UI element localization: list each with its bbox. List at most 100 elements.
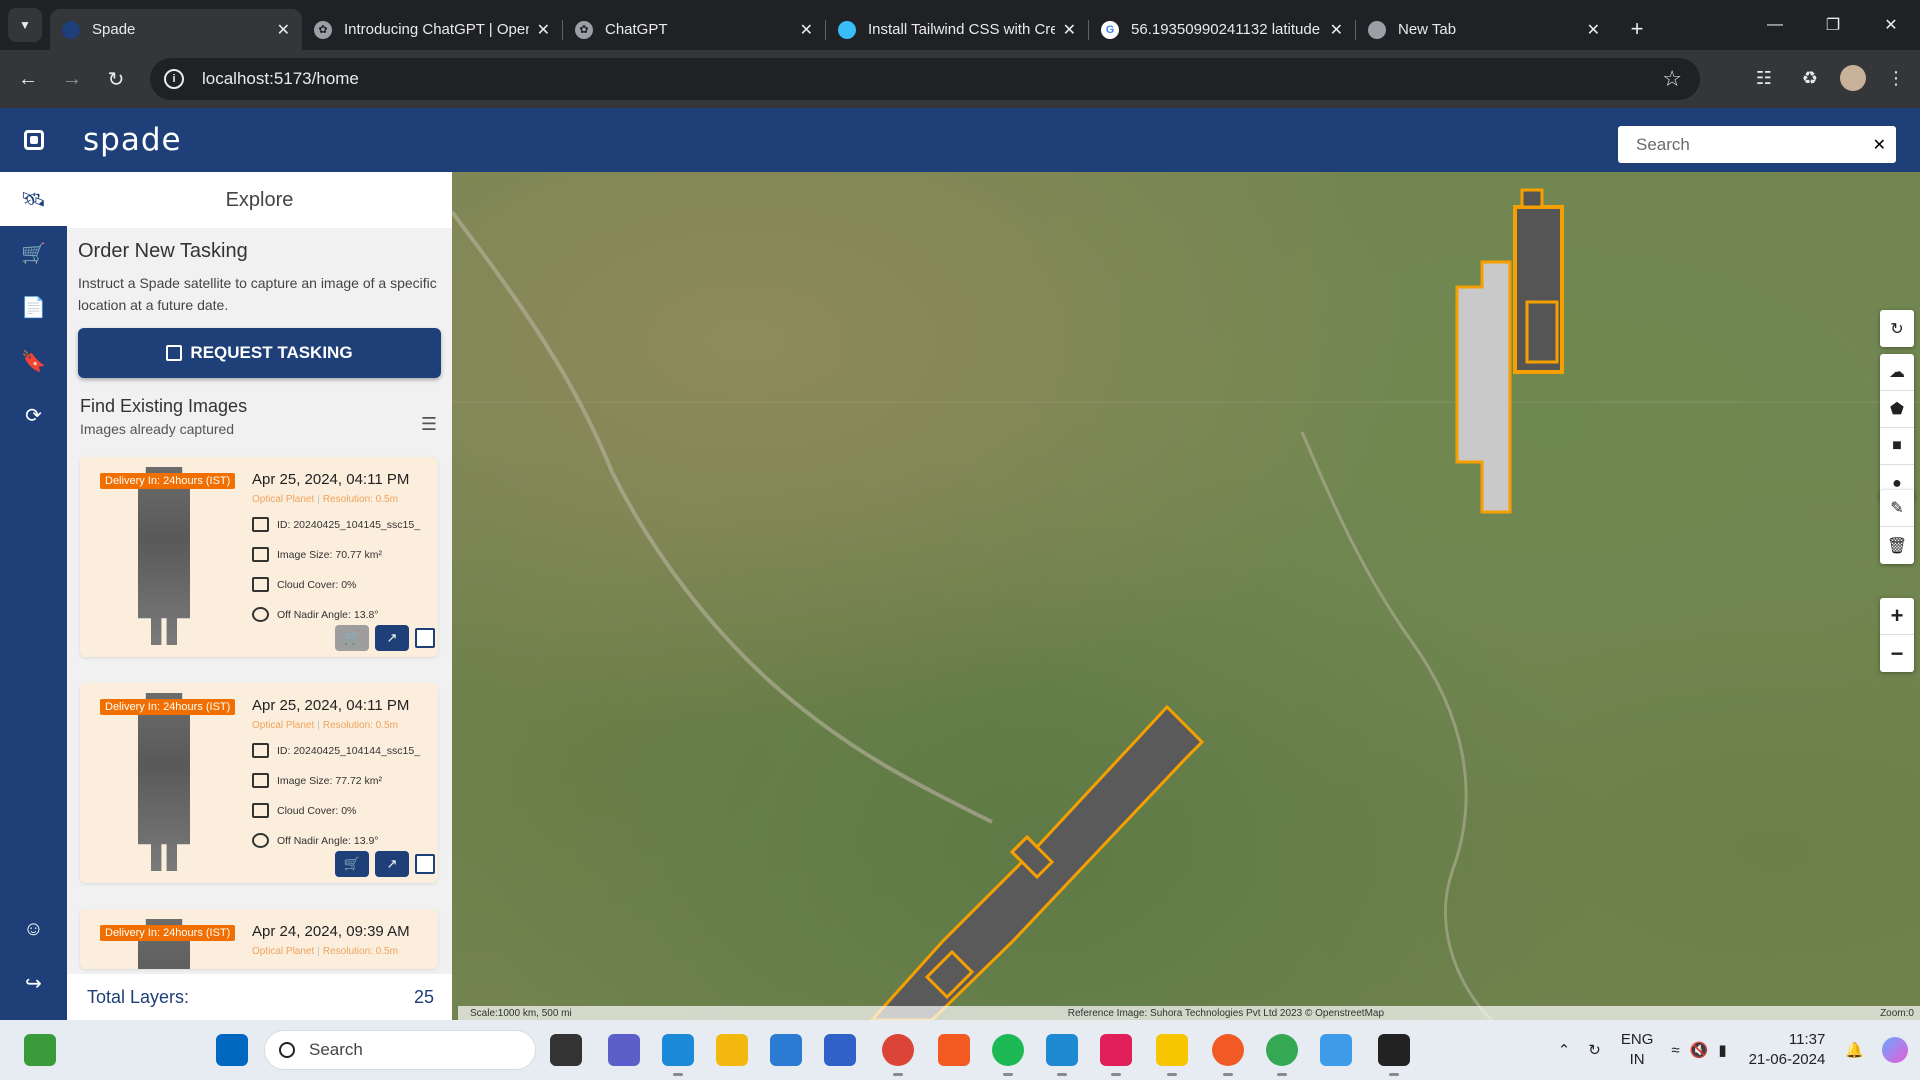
draw-polygon-icon[interactable]: ⬟ bbox=[1880, 391, 1914, 428]
map-reference: Reference Image: Suhora Technologies Pvt… bbox=[1067, 1007, 1385, 1019]
image-card[interactable]: Delivery In: 24hours (IST) Apr 25, 2024,… bbox=[80, 683, 438, 883]
cloud-cover: Cloud Cover: 0% bbox=[252, 803, 356, 818]
notification-bell-icon[interactable]: 🔔 bbox=[1845, 1041, 1864, 1059]
brave-icon[interactable] bbox=[938, 1034, 970, 1066]
cart-icon[interactable]: 🛒 bbox=[0, 226, 67, 280]
language-indicator[interactable]: ENG IN bbox=[1621, 1030, 1654, 1070]
search-input[interactable]: Search ✕ bbox=[1618, 126, 1896, 163]
address-bar[interactable]: i localhost:5173/home ☆ bbox=[150, 58, 1700, 100]
tailwind-favicon-icon bbox=[838, 20, 856, 39]
zoom-out-icon[interactable]: − bbox=[1880, 635, 1914, 672]
sync-icon[interactable]: ↻ bbox=[1588, 1041, 1601, 1059]
tab-google-search[interactable]: G 56.19350990241132 latitude ✕ bbox=[1089, 9, 1355, 50]
todo-icon[interactable] bbox=[1156, 1034, 1188, 1076]
photos-icon[interactable] bbox=[1320, 1034, 1352, 1066]
microsoft-store-icon[interactable] bbox=[824, 1034, 856, 1066]
tab-spade[interactable]: Spade ✕ bbox=[50, 9, 302, 50]
vscode-icon[interactable] bbox=[1046, 1034, 1078, 1076]
refresh-map-control[interactable]: ↻ bbox=[1880, 310, 1914, 347]
search-icon bbox=[279, 1042, 295, 1058]
clock[interactable]: 11:37 21-06-2024 bbox=[1749, 1030, 1826, 1070]
upload-icon[interactable]: ☁ bbox=[1880, 354, 1914, 391]
image-card[interactable]: Delivery In: 24hours (IST) Apr 25, 2024,… bbox=[80, 457, 438, 657]
satellite-map[interactable]: ↻ ☁ ⬟ ■ ● ✎ 🗑 + − Scale:1000 km, 500 mi … bbox=[452, 172, 1920, 1020]
brand-name: spade bbox=[83, 122, 182, 158]
copilot-icon[interactable] bbox=[1882, 1037, 1908, 1063]
map-attribution: Scale:1000 km, 500 mi Reference Image: S… bbox=[458, 1006, 1920, 1020]
refresh-icon[interactable]: ↻ bbox=[1880, 310, 1914, 347]
zoom-controls: + − bbox=[1880, 598, 1914, 672]
forward-icon[interactable]: → bbox=[54, 61, 90, 97]
mail-icon[interactable] bbox=[770, 1034, 802, 1066]
trash-icon[interactable]: 🗑 bbox=[1880, 527, 1914, 564]
open-image-button[interactable]: ↗ bbox=[375, 851, 409, 877]
reader-icon[interactable]: ☷ bbox=[1748, 60, 1780, 96]
tab-search-button[interactable]: ▼ bbox=[8, 8, 42, 42]
clear-search-icon[interactable]: ✕ bbox=[1873, 135, 1886, 155]
cloud-cover-icon bbox=[252, 803, 269, 818]
select-checkbox[interactable] bbox=[415, 628, 435, 648]
chevron-up-icon[interactable]: ⌃ bbox=[1558, 1041, 1571, 1059]
file-explorer-icon[interactable] bbox=[716, 1034, 748, 1066]
spotify-icon[interactable] bbox=[992, 1034, 1024, 1076]
close-tab-icon[interactable]: ✕ bbox=[1063, 20, 1076, 40]
close-tab-icon[interactable]: ✕ bbox=[277, 20, 290, 40]
chrome-icon[interactable] bbox=[882, 1034, 914, 1076]
volume-icon[interactable]: 🔇 bbox=[1690, 1041, 1709, 1059]
new-tab-button[interactable]: + bbox=[1620, 12, 1654, 46]
close-tab-icon[interactable]: ✕ bbox=[537, 20, 550, 40]
postman-icon[interactable] bbox=[1212, 1034, 1244, 1076]
logout-icon[interactable]: ↪ bbox=[0, 956, 67, 1010]
app-logo-icon[interactable] bbox=[0, 108, 67, 172]
close-tab-icon[interactable]: ✕ bbox=[1330, 20, 1343, 40]
history-icon[interactable]: ⟳ bbox=[0, 388, 67, 442]
filter-icon[interactable]: ☰ bbox=[421, 414, 437, 435]
draw-rectangle-icon[interactable]: ■ bbox=[1880, 428, 1914, 465]
account-icon[interactable]: ☺ bbox=[0, 902, 67, 956]
document-icon[interactable]: 📄 bbox=[0, 280, 67, 334]
reload-icon[interactable]: ↻ bbox=[98, 61, 134, 97]
bookmark-star-icon[interactable]: ☆ bbox=[1662, 66, 1682, 92]
wifi-icon[interactable]: ≈ bbox=[1671, 1042, 1679, 1059]
extensions-icon[interactable]: ♻ bbox=[1794, 60, 1826, 96]
off-nadir-angle: Off Nadir Angle: 13.8° bbox=[252, 607, 378, 622]
zoom-in-icon[interactable]: + bbox=[1880, 598, 1914, 635]
profile-avatar[interactable] bbox=[1840, 65, 1866, 91]
tab-new-tab[interactable]: New Tab ✕ bbox=[1356, 9, 1612, 50]
teams-icon[interactable] bbox=[608, 1034, 640, 1066]
slack-icon[interactable] bbox=[1100, 1034, 1132, 1076]
restore-icon[interactable]: ❐ bbox=[1804, 0, 1862, 50]
start-icon[interactable] bbox=[216, 1034, 248, 1066]
close-tab-icon[interactable]: ✕ bbox=[1587, 20, 1600, 40]
add-to-cart-button[interactable]: 🛒 bbox=[335, 625, 369, 651]
satellite-icon[interactable]: 🛰 bbox=[0, 172, 67, 226]
request-tasking-button[interactable]: REQUEST TASKING bbox=[78, 328, 441, 378]
browser-menu-icon[interactable]: ⋮ bbox=[1880, 60, 1912, 96]
tasking-icon bbox=[166, 345, 183, 361]
close-tab-icon[interactable]: ✕ bbox=[800, 20, 813, 40]
tab-chatgpt[interactable]: ✿ ChatGPT ✕ bbox=[563, 9, 825, 50]
close-window-icon[interactable]: ✕ bbox=[1862, 0, 1920, 50]
add-to-cart-button[interactable]: 🛒 bbox=[335, 851, 369, 877]
open-image-button[interactable]: ↗ bbox=[375, 625, 409, 651]
taskbar-search[interactable]: Search bbox=[264, 1030, 536, 1070]
bookmark-icon[interactable]: 🔖 bbox=[0, 334, 67, 388]
minimize-icon[interactable]: — bbox=[1746, 0, 1804, 50]
store-app-icon[interactable] bbox=[24, 1034, 56, 1066]
tab-openai[interactable]: ✿ Introducing ChatGPT | OpenAI ✕ bbox=[302, 9, 562, 50]
footprint-north[interactable] bbox=[1455, 188, 1564, 514]
chrome-favicon-icon bbox=[1368, 20, 1386, 39]
back-icon[interactable]: ← bbox=[10, 61, 46, 97]
chrome-profile-icon[interactable] bbox=[1266, 1034, 1298, 1076]
select-checkbox[interactable] bbox=[415, 854, 435, 874]
tab-tailwind[interactable]: Install Tailwind CSS with Create React A… bbox=[826, 9, 1088, 50]
edit-icon[interactable]: ✎ bbox=[1880, 490, 1914, 527]
footprint-south[interactable] bbox=[869, 704, 1205, 1020]
terminal-icon[interactable] bbox=[1378, 1034, 1410, 1076]
site-info-icon[interactable]: i bbox=[164, 69, 184, 89]
edge-icon[interactable] bbox=[662, 1034, 694, 1076]
battery-icon[interactable]: ▮ bbox=[1718, 1041, 1726, 1059]
image-card[interactable]: Delivery In: 24hours (IST) Apr 24, 2024,… bbox=[80, 909, 438, 969]
task-view-icon[interactable] bbox=[550, 1034, 582, 1066]
image-meta: Optical Planet | Resolution: 0.5m bbox=[252, 494, 398, 505]
